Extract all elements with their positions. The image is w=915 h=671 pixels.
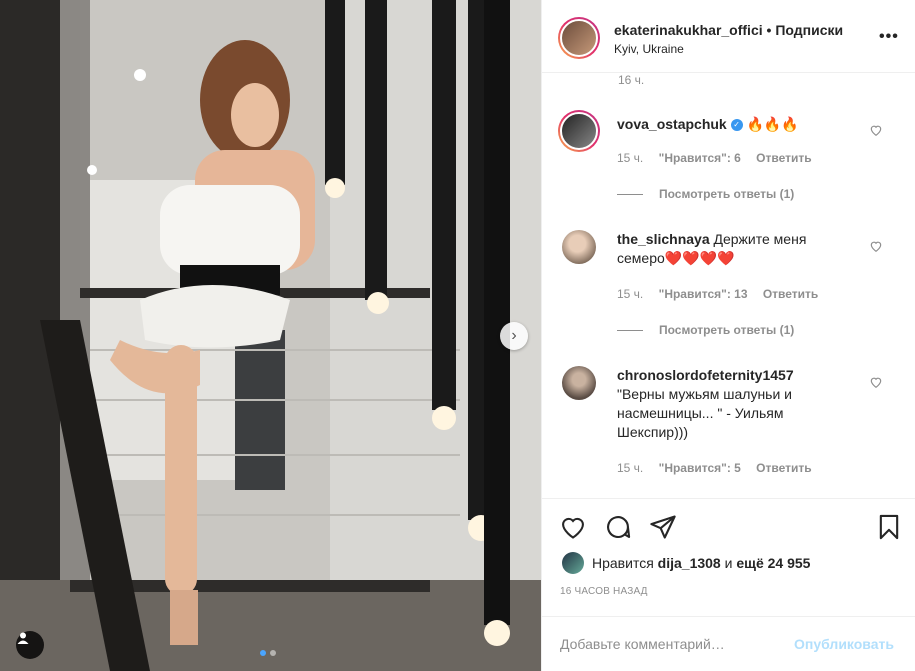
comment-like-heart-icon[interactable]	[869, 123, 883, 137]
post-actions-bar	[542, 498, 915, 558]
comment-time: 15 ч.	[617, 151, 644, 165]
add-comment-form: Добавьте комментарий… Опубликовать	[542, 616, 915, 671]
comment-time: 16 ч.	[618, 73, 645, 87]
replies-divider	[617, 193, 643, 195]
comment-avatar[interactable]	[562, 230, 596, 264]
comment-text: the_slichnaya Держите меня семеро❤️❤️❤️❤…	[617, 230, 857, 268]
comment-avatar[interactable]	[558, 110, 600, 152]
replies-divider	[617, 329, 643, 331]
bookmark-icon[interactable]	[875, 513, 903, 541]
comment-text: vova_ostapchuk ✓ 🔥🔥🔥	[617, 115, 857, 134]
view-replies-button[interactable]: Посмотреть ответы (1)	[617, 323, 794, 337]
reply-button[interactable]: Ответить	[756, 151, 811, 165]
verified-badge-icon: ✓	[730, 119, 743, 132]
view-replies-button[interactable]: Посмотреть ответы (1)	[617, 187, 794, 201]
user-icon	[17, 632, 29, 644]
chevron-right-icon: ›	[511, 327, 517, 344]
header-separator: •	[766, 22, 772, 38]
liker-username[interactable]: dija_1308	[658, 555, 721, 571]
post-timestamp[interactable]: 16 ЧАСОВ НАЗАД	[560, 586, 648, 597]
comment-like-heart-icon[interactable]	[869, 375, 883, 389]
post-header: ekaterinakukhar_offici • Подписки Kyiv, …	[542, 0, 915, 73]
comment-likes-count[interactable]: "Нравится": 6	[659, 151, 741, 165]
author-line: ekaterinakukhar_offici • Подписки	[614, 22, 843, 38]
carousel-dot-2	[270, 650, 276, 656]
author-username[interactable]: ekaterinakukhar_offici	[614, 22, 763, 38]
likes-summary: Нравится dija_1308 и ещё 24 955	[562, 552, 810, 574]
post-location[interactable]: Kyiv, Ukraine	[614, 42, 684, 56]
likes-others-button[interactable]: ещё 24 955	[736, 555, 810, 571]
carousel-next-button[interactable]: ›	[500, 322, 528, 350]
comment-username[interactable]: the_slichnaya	[617, 231, 710, 247]
post-photo[interactable]: ›	[0, 0, 541, 671]
author-avatar[interactable]	[558, 17, 600, 59]
more-horizontal-icon[interactable]: •••	[879, 28, 899, 46]
instagram-post-view: › ekaterinakukhar_offici • Подписки Kyiv…	[0, 0, 915, 671]
reply-button[interactable]: Ответить	[763, 287, 818, 301]
comment-like-heart-icon[interactable]	[869, 239, 883, 253]
comment-likes-count[interactable]: "Нравится": 13	[659, 287, 748, 301]
carousel-indicator	[260, 650, 276, 656]
publish-button[interactable]: Опубликовать	[794, 636, 894, 652]
tagged-users-button[interactable]	[16, 631, 44, 659]
comment-avatar[interactable]	[562, 366, 596, 400]
comment-text: chronoslordofeternity1457 "Верны мужьям …	[617, 366, 857, 442]
post-side-panel: ekaterinakukhar_offici • Подписки Kyiv, …	[541, 0, 915, 671]
view-replies-label: Посмотреть ответы (1)	[659, 187, 795, 201]
comment-username[interactable]: chronoslordofeternity1457	[617, 367, 794, 383]
comment-meta: 15 ч. "Нравится": 13 Ответить	[617, 287, 830, 301]
comment-body: 🔥🔥🔥	[746, 116, 799, 132]
comments-list: 16 ч. vova_ostapchuk ✓ 🔥🔥🔥 15 ч. "Нравит…	[542, 73, 915, 498]
comment-input[interactable]: Добавьте комментарий…	[560, 636, 725, 652]
reply-button[interactable]: Ответить	[756, 461, 811, 475]
likes-conj: и	[724, 555, 733, 571]
heart-icon[interactable]	[559, 513, 587, 541]
comment-icon[interactable]	[604, 513, 632, 541]
comment-meta: 15 ч. "Нравится": 5 Ответить	[617, 461, 824, 475]
share-icon[interactable]	[649, 513, 677, 541]
photo-illustration	[0, 0, 541, 671]
comment-time: 15 ч.	[617, 287, 644, 301]
view-replies-label: Посмотреть ответы (1)	[659, 323, 795, 337]
carousel-dot-1	[260, 650, 266, 656]
comment-username[interactable]: vova_ostapchuk	[617, 116, 727, 132]
likes-prefix: Нравится	[592, 555, 654, 571]
follow-status-button[interactable]: Подписки	[775, 22, 843, 38]
comment-body: "Верны мужьям шалуньи и насмешницы... " …	[617, 386, 792, 440]
comment-meta: 15 ч. "Нравится": 6 Ответить	[617, 151, 824, 165]
comment-time: 15 ч.	[617, 461, 644, 475]
liker-avatar[interactable]	[562, 552, 584, 574]
comment-likes-count[interactable]: "Нравится": 5	[659, 461, 741, 475]
